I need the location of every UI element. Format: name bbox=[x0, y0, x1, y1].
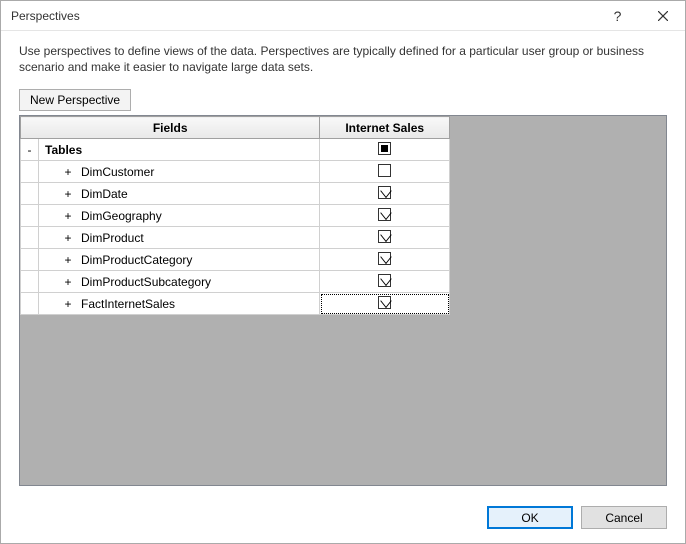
close-button[interactable] bbox=[640, 1, 685, 31]
row-checkbox[interactable] bbox=[378, 164, 391, 177]
row-gutter bbox=[21, 271, 39, 292]
column-header-perspective[interactable]: Internet Sales bbox=[320, 117, 450, 139]
description-text: Use perspectives to define views of the … bbox=[19, 43, 667, 75]
row-checkbox[interactable] bbox=[378, 252, 391, 265]
expand-icon[interactable]: + bbox=[61, 297, 75, 311]
root-expander-icon[interactable]: - bbox=[21, 139, 39, 160]
table-row: + DimDate bbox=[21, 183, 450, 205]
row-checkbox[interactable] bbox=[378, 186, 391, 199]
table-row: + DimGeography bbox=[21, 205, 450, 227]
expand-icon[interactable]: + bbox=[61, 231, 75, 245]
cancel-button[interactable]: Cancel bbox=[581, 506, 667, 529]
expand-icon[interactable]: + bbox=[61, 275, 75, 289]
perspectives-grid-area: Fields Internet Sales -Tables + DimCustome… bbox=[19, 115, 667, 486]
perspectives-dialog: Perspectives ? Use perspectives to defin… bbox=[0, 0, 686, 544]
row-label[interactable]: DimGeography bbox=[81, 209, 162, 223]
row-label[interactable]: DimCustomer bbox=[81, 165, 154, 179]
table-row: + DimProduct bbox=[21, 227, 450, 249]
row-checkbox[interactable] bbox=[378, 274, 391, 287]
row-checkbox[interactable] bbox=[378, 208, 391, 221]
dialog-footer: OK Cancel bbox=[1, 496, 685, 543]
row-gutter bbox=[21, 227, 39, 248]
help-button[interactable]: ? bbox=[595, 1, 640, 31]
ok-button[interactable]: OK bbox=[487, 506, 573, 529]
table-row: + FactInternetSales bbox=[21, 293, 450, 315]
row-label[interactable]: FactInternetSales bbox=[81, 297, 175, 311]
close-icon bbox=[658, 11, 668, 21]
table-row: + DimProductCategory bbox=[21, 249, 450, 271]
table-row: + DimCustomer bbox=[21, 161, 450, 183]
row-checkbox[interactable] bbox=[378, 296, 391, 309]
expand-icon[interactable]: + bbox=[61, 253, 75, 267]
titlebar: Perspectives ? bbox=[1, 1, 685, 31]
new-perspective-button[interactable]: New Perspective bbox=[19, 89, 131, 111]
expand-icon[interactable]: + bbox=[61, 165, 75, 179]
perspectives-grid: Fields Internet Sales -Tables + DimCustome… bbox=[20, 116, 450, 315]
row-gutter bbox=[21, 205, 39, 226]
row-checkbox[interactable] bbox=[378, 230, 391, 243]
row-label[interactable]: DimProduct bbox=[81, 231, 144, 245]
column-header-fields[interactable]: Fields bbox=[21, 117, 320, 139]
row-label[interactable]: DimProductSubcategory bbox=[81, 275, 211, 289]
root-checkbox[interactable] bbox=[378, 142, 391, 155]
row-gutter bbox=[21, 161, 39, 182]
root-label[interactable]: Tables bbox=[45, 143, 82, 157]
row-label[interactable]: DimProductCategory bbox=[81, 253, 192, 267]
expand-icon[interactable]: + bbox=[61, 209, 75, 223]
row-gutter bbox=[21, 183, 39, 204]
row-label[interactable]: DimDate bbox=[81, 187, 128, 201]
table-row-root: -Tables bbox=[21, 139, 450, 161]
row-gutter bbox=[21, 293, 39, 314]
row-gutter bbox=[21, 249, 39, 270]
dialog-content: Use perspectives to define views of the … bbox=[1, 31, 685, 496]
table-row: + DimProductSubcategory bbox=[21, 271, 450, 293]
expand-icon[interactable]: + bbox=[61, 187, 75, 201]
window-title: Perspectives bbox=[11, 9, 595, 23]
